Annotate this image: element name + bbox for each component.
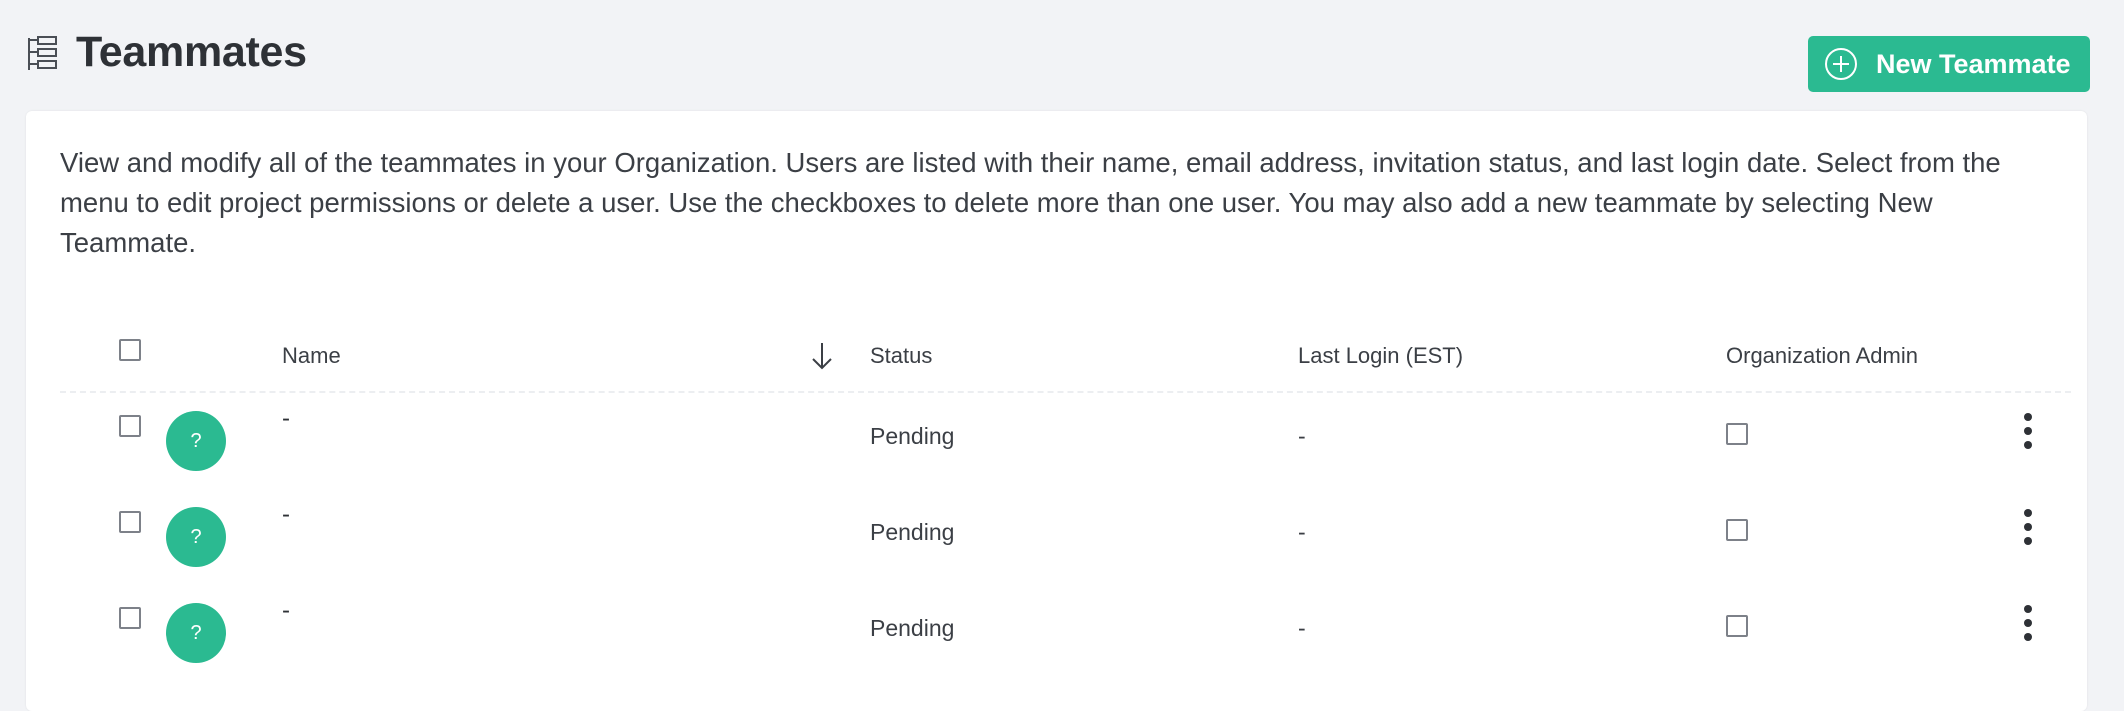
row-menu-icon[interactable] bbox=[2022, 605, 2034, 649]
table-row[interactable]: ? - Pending - bbox=[60, 393, 2071, 489]
row-name: - bbox=[282, 597, 290, 624]
row-last-login: - bbox=[1298, 615, 1306, 641]
row-checkbox[interactable] bbox=[119, 607, 141, 629]
row-name: - bbox=[282, 501, 290, 528]
org-admin-checkbox[interactable] bbox=[1726, 423, 1748, 445]
row-status: Pending bbox=[870, 615, 955, 641]
page-title: Teammates bbox=[76, 28, 307, 76]
plus-circle-icon bbox=[1825, 48, 1857, 80]
table-row[interactable]: ? - Pending - bbox=[60, 489, 2071, 585]
org-admin-checkbox[interactable] bbox=[1726, 519, 1748, 541]
select-all-checkbox[interactable] bbox=[119, 339, 141, 361]
row-menu-icon[interactable] bbox=[2022, 413, 2034, 457]
column-header-name[interactable]: Name bbox=[282, 343, 341, 369]
table-header: Name Status Last Login (EST) Organizatio… bbox=[60, 321, 2071, 393]
page-header: Teammates New Teammate bbox=[0, 0, 2124, 110]
avatar: ? bbox=[166, 507, 226, 567]
teammates-card: View and modify all of the teammates in … bbox=[26, 111, 2087, 711]
page-description: View and modify all of the teammates in … bbox=[60, 147, 2001, 258]
column-header-org-admin[interactable]: Organization Admin bbox=[1726, 343, 1918, 369]
row-menu-icon[interactable] bbox=[2022, 509, 2034, 553]
hierarchy-list-icon bbox=[28, 36, 57, 70]
row-last-login: - bbox=[1298, 423, 1306, 449]
org-admin-checkbox[interactable] bbox=[1726, 615, 1748, 637]
column-header-status[interactable]: Status bbox=[870, 343, 932, 369]
row-status: Pending bbox=[870, 519, 955, 545]
row-checkbox[interactable] bbox=[119, 415, 141, 437]
avatar: ? bbox=[166, 411, 226, 471]
arrow-down-icon[interactable] bbox=[810, 341, 834, 371]
table-row[interactable]: ? - Pending - bbox=[60, 585, 2071, 681]
new-teammate-button[interactable]: New Teammate bbox=[1808, 36, 2090, 92]
row-checkbox[interactable] bbox=[119, 511, 141, 533]
column-header-last-login[interactable]: Last Login (EST) bbox=[1298, 343, 1463, 369]
row-name: - bbox=[282, 405, 290, 432]
new-teammate-label: New Teammate bbox=[1876, 49, 2071, 79]
row-status: Pending bbox=[870, 423, 955, 449]
row-last-login: - bbox=[1298, 519, 1306, 545]
avatar: ? bbox=[166, 603, 226, 663]
